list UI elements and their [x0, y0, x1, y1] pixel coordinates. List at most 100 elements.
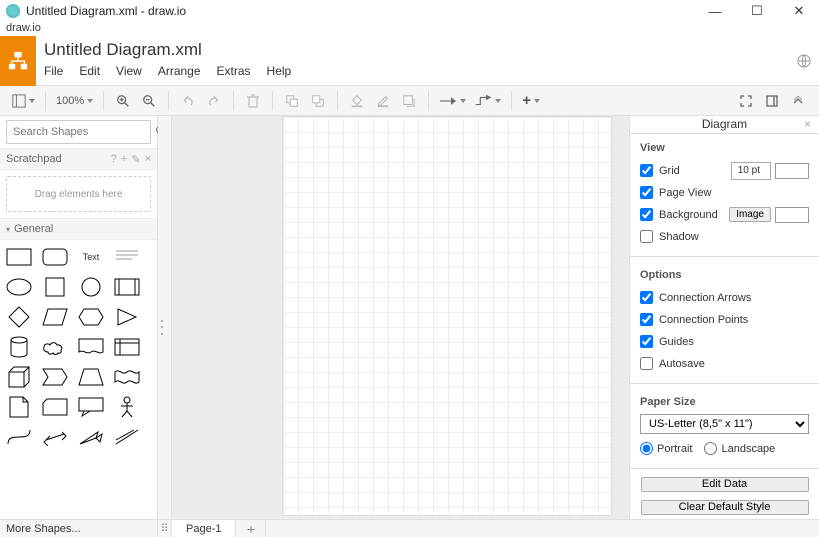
- shape-callout[interactable]: [76, 396, 106, 418]
- language-icon[interactable]: [789, 36, 819, 85]
- shape-step[interactable]: [40, 366, 70, 388]
- search-shapes-input[interactable]: [6, 120, 151, 144]
- close-scratchpad-icon[interactable]: ×: [145, 153, 151, 165]
- shadow-checkbox[interactable]: [640, 230, 653, 243]
- canvas-area[interactable]: [172, 116, 629, 519]
- portrait-radio[interactable]: [640, 442, 653, 455]
- view-dropdown[interactable]: [8, 89, 39, 113]
- background-color-swatch[interactable]: [775, 207, 809, 223]
- clear-style-button[interactable]: Clear Default Style: [641, 500, 809, 515]
- shape-rounded-rect[interactable]: [40, 246, 70, 268]
- shape-hexagon[interactable]: [76, 306, 106, 328]
- shape-cloud[interactable]: [40, 336, 70, 358]
- shape-internal-storage[interactable]: [112, 336, 142, 358]
- shape-cube[interactable]: [4, 366, 34, 388]
- conn-arrows-checkbox[interactable]: [640, 291, 653, 304]
- line-color-button[interactable]: [370, 89, 396, 113]
- scratchpad-label[interactable]: Scratchpad: [6, 153, 62, 165]
- pageview-label: Page View: [659, 187, 711, 199]
- add-icon[interactable]: +: [121, 153, 127, 165]
- close-panel-icon[interactable]: ×: [804, 117, 811, 131]
- more-shapes-button[interactable]: More Shapes...: [0, 520, 158, 537]
- connection-dropdown[interactable]: [435, 89, 470, 113]
- shape-rectangle[interactable]: [4, 246, 34, 268]
- background-label: Background: [659, 209, 718, 221]
- window-title: Untitled Diagram.xml - draw.io: [26, 4, 701, 18]
- guides-checkbox[interactable]: [640, 335, 653, 348]
- options-section-label: Options: [640, 269, 809, 281]
- menu-view[interactable]: View: [116, 64, 142, 78]
- close-button[interactable]: ✕: [785, 2, 813, 20]
- grid-checkbox[interactable]: [640, 164, 653, 177]
- shape-process[interactable]: [112, 276, 142, 298]
- shape-ellipse[interactable]: [4, 276, 34, 298]
- shape-document[interactable]: [76, 336, 106, 358]
- app-name: draw.io: [0, 22, 819, 36]
- undo-button[interactable]: [175, 89, 201, 113]
- grid-color-swatch[interactable]: [775, 163, 809, 179]
- shape-triangle[interactable]: [112, 306, 142, 328]
- grid-size-input[interactable]: 10 pt: [731, 162, 771, 180]
- footer-handle-icon[interactable]: ⠿: [158, 520, 172, 537]
- help-icon[interactable]: ?: [111, 153, 117, 165]
- zoom-dropdown[interactable]: 100%: [52, 89, 97, 113]
- insert-dropdown[interactable]: +: [518, 89, 544, 113]
- document-title[interactable]: Untitled Diagram.xml: [44, 36, 789, 60]
- chevron-down-icon: ▾: [6, 225, 10, 234]
- shape-textbox[interactable]: [112, 246, 142, 268]
- diagram-page[interactable]: [282, 116, 612, 516]
- papersize-select[interactable]: US-Letter (8,5" x 11"): [640, 414, 809, 434]
- scratchpad-dropzone[interactable]: Drag elements here: [6, 176, 151, 212]
- redo-button[interactable]: [201, 89, 227, 113]
- right-panel-title: Diagram: [702, 117, 747, 131]
- menu-edit[interactable]: Edit: [79, 64, 100, 78]
- delete-button[interactable]: [240, 89, 266, 113]
- pageview-checkbox[interactable]: [640, 186, 653, 199]
- format-panel-button[interactable]: [759, 89, 785, 113]
- shape-parallelogram[interactable]: [40, 306, 70, 328]
- maximize-button[interactable]: ☐: [743, 2, 771, 20]
- zoom-out-button[interactable]: [136, 89, 162, 113]
- vertical-splitter[interactable]: [158, 116, 172, 519]
- shadow-label: Shadow: [659, 231, 699, 243]
- shape-tape[interactable]: [112, 366, 142, 388]
- general-section-label[interactable]: General: [14, 223, 53, 235]
- menu-help[interactable]: Help: [267, 64, 292, 78]
- menu-extras[interactable]: Extras: [217, 64, 251, 78]
- shape-curve[interactable]: [4, 426, 34, 448]
- shapes-palette: Text: [0, 240, 157, 519]
- shape-cylinder[interactable]: [4, 336, 34, 358]
- page-tab[interactable]: Page-1: [172, 520, 236, 537]
- shape-link[interactable]: [112, 426, 142, 448]
- shape-card[interactable]: [40, 396, 70, 418]
- shape-actor[interactable]: [112, 396, 142, 418]
- to-front-button[interactable]: [279, 89, 305, 113]
- fullscreen-button[interactable]: [733, 89, 759, 113]
- shape-diamond[interactable]: [4, 306, 34, 328]
- shape-arrow[interactable]: [76, 426, 106, 448]
- conn-points-checkbox[interactable]: [640, 313, 653, 326]
- shape-text[interactable]: Text: [76, 246, 106, 268]
- menu-arrange[interactable]: Arrange: [158, 64, 201, 78]
- shape-note[interactable]: [4, 396, 34, 418]
- shape-trapezoid[interactable]: [76, 366, 106, 388]
- add-page-button[interactable]: +: [236, 520, 266, 537]
- zoom-in-button[interactable]: [110, 89, 136, 113]
- shape-square[interactable]: [40, 276, 70, 298]
- edit-icon[interactable]: ✎: [131, 153, 140, 166]
- collapse-button[interactable]: [785, 89, 811, 113]
- shape-circle[interactable]: [76, 276, 106, 298]
- menu-file[interactable]: File: [44, 64, 63, 78]
- shadow-button[interactable]: [396, 89, 422, 113]
- landscape-radio[interactable]: [704, 442, 717, 455]
- fill-color-button[interactable]: [344, 89, 370, 113]
- autosave-checkbox[interactable]: [640, 357, 653, 370]
- papersize-section-label: Paper Size: [640, 396, 809, 408]
- background-image-button[interactable]: Image: [729, 207, 771, 222]
- background-checkbox[interactable]: [640, 208, 653, 221]
- shape-bidir-arrow[interactable]: [40, 426, 70, 448]
- waypoint-dropdown[interactable]: [470, 89, 505, 113]
- minimize-button[interactable]: —: [701, 2, 729, 20]
- to-back-button[interactable]: [305, 89, 331, 113]
- edit-data-button[interactable]: Edit Data: [641, 477, 809, 492]
